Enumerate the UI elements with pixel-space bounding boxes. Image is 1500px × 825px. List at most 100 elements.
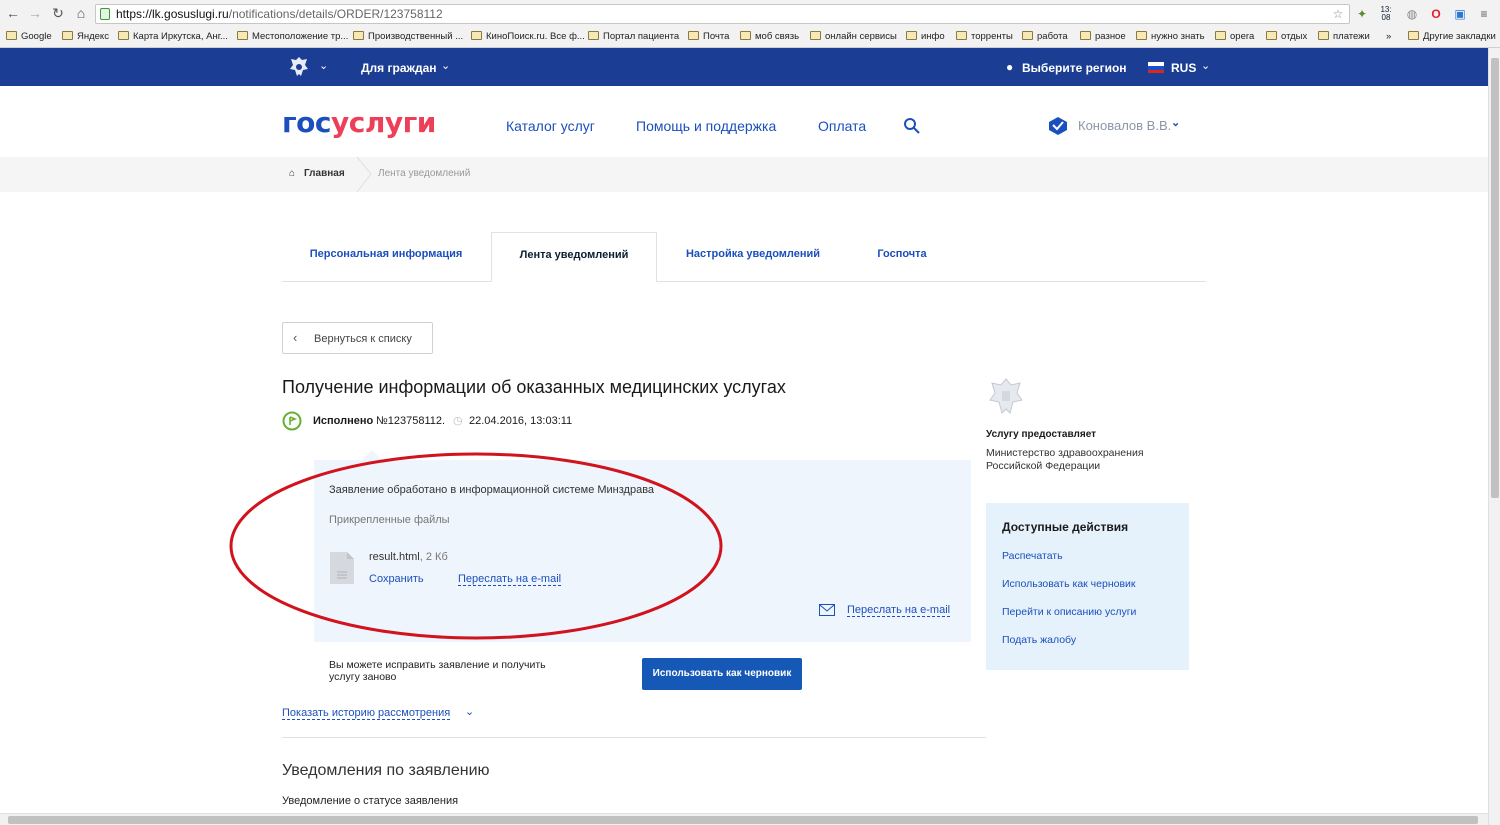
bookmark-label: платежи (1333, 31, 1370, 42)
browser-chrome: ← → ↻ ⌂ https://lk.gosuslugi.ru/notifica… (0, 0, 1500, 48)
bookmark-star-icon[interactable]: ☆ (1330, 6, 1346, 22)
chevron-down-icon[interactable]: ⌄ (319, 59, 328, 72)
breadcrumb-separator (355, 156, 375, 193)
action-complaint[interactable]: Подать жалобу (1002, 634, 1076, 646)
tab-notification-settings[interactable]: Настройка уведомлений (668, 232, 838, 282)
coat-of-arms-icon[interactable] (287, 55, 311, 79)
breadcrumb-home[interactable]: Главная (304, 168, 345, 179)
forward-icon[interactable]: → (26, 4, 44, 22)
bookmark-item[interactable]: Производственный ... (353, 31, 463, 42)
bookmark-label: Карта Иркутска, Анг... (133, 31, 228, 42)
tab-notifications-feed[interactable]: Лента уведомлений (491, 232, 657, 282)
bookmark-item[interactable]: инфо (906, 31, 945, 42)
back-to-list-button[interactable]: ‹ Вернуться к списку (282, 322, 433, 354)
extension-icon[interactable]: ✦ (1354, 6, 1370, 22)
language-selector[interactable]: RUS (1171, 61, 1196, 75)
bookmark-label: Производственный ... (368, 31, 464, 42)
action-print[interactable]: Распечатать (1002, 550, 1063, 562)
bookmark-item[interactable]: моб связь (740, 31, 799, 42)
menu-icon[interactable]: ≡ (1476, 6, 1492, 22)
vertical-scrollbar[interactable] (1488, 48, 1500, 825)
chevron-left-icon: ‹ (293, 330, 298, 345)
bookmark-folder-icon (1136, 31, 1147, 40)
bookmark-item[interactable]: платежи (1318, 31, 1370, 42)
back-icon[interactable]: ← (4, 4, 22, 22)
url-host: https://lk.gosuslugi.ru (116, 7, 229, 21)
actions-heading: Доступные действия (1002, 520, 1129, 534)
bookmark-item[interactable]: разное (1080, 31, 1126, 42)
logo-part-uslugi: услуги (330, 106, 436, 139)
provider-name-line-2: Российской Федерации (986, 460, 1101, 472)
vertical-scroll-thumb[interactable] (1491, 58, 1499, 498)
bookmark-item[interactable]: Яндекс (62, 31, 109, 42)
bookmark-folder-icon (471, 31, 482, 40)
bookmark-folder-icon (118, 31, 129, 40)
citizens-menu[interactable]: Для граждан (361, 61, 437, 75)
bookmark-item[interactable]: Почта (688, 31, 729, 42)
chevron-down-icon[interactable]: ⌄ (1201, 59, 1210, 72)
nav-help[interactable]: Помощь и поддержка (636, 118, 776, 134)
clock-minute: 08 (1381, 13, 1391, 22)
bookmark-folder-icon (588, 31, 599, 40)
bookmark-folder-icon (1266, 31, 1277, 40)
chevron-down-icon[interactable]: ⌄ (465, 705, 474, 718)
bookmark-item[interactable]: работа (1022, 31, 1068, 42)
globe-icon[interactable]: ◍ (1404, 6, 1420, 22)
bookmarks-overflow-button[interactable]: » (1386, 31, 1391, 42)
bookmark-folder-icon (62, 31, 73, 40)
bookmark-item[interactable]: Другие закладки (1408, 31, 1496, 42)
order-number: №123758112. (376, 415, 446, 427)
chevron-down-icon[interactable]: ⌄ (1171, 116, 1180, 129)
user-name[interactable]: Коновалов В.В. (1078, 118, 1171, 133)
search-icon[interactable] (903, 117, 921, 135)
bookmark-folder-icon (353, 31, 364, 40)
bookmark-item[interactable]: отдых (1266, 31, 1307, 42)
notifications-heading: Уведомления по заявлению (282, 762, 490, 779)
home-icon[interactable]: ⌂ (72, 4, 90, 22)
action-service-description[interactable]: Перейти к описанию услуги (1002, 606, 1136, 618)
bookmarks-bar: Google Яндекс Карта Иркутска, Анг... Местоп… (0, 28, 1500, 47)
show-history-link[interactable]: Показать историю рассмотрения (282, 707, 451, 720)
extension-icon-2[interactable]: ▣ (1452, 6, 1468, 22)
fix-hint-line-1: Вы можете исправить заявление и получить (329, 659, 546, 671)
bookmark-item[interactable]: онлайн сервисы (810, 31, 897, 42)
lock-icon (100, 8, 110, 20)
divider (282, 737, 986, 738)
bookmark-label: КиноПоиск.ru. Все ф... (486, 31, 585, 42)
bookmark-item[interactable]: нужно знать (1136, 31, 1205, 42)
page-title: Получение информации об оказанных медици… (282, 377, 786, 397)
home-icon: ⌂ (289, 168, 296, 179)
browser-toolbar: ← → ↻ ⌂ https://lk.gosuslugi.ru/notifica… (0, 0, 1500, 28)
horizontal-scrollbar[interactable] (0, 813, 1488, 825)
bookmark-item[interactable]: Google (6, 31, 52, 42)
tab-personal-info[interactable]: Персональная информация (282, 232, 490, 282)
use-as-draft-button[interactable]: Использовать как черновик (642, 658, 802, 690)
nav-catalog[interactable]: Каталог услуг (506, 118, 595, 134)
order-datetime: 22.04.2016, 13:03:11 (469, 415, 573, 427)
bookmark-item[interactable]: Местоположение тр... (237, 31, 348, 42)
bookmark-item[interactable]: КиноПоиск.ru. Все ф... (471, 31, 585, 42)
opera-icon[interactable]: O (1428, 6, 1444, 22)
bookmark-item[interactable]: opera (1215, 31, 1254, 42)
bookmark-item[interactable]: Портал пациента (588, 31, 679, 42)
clock-widget[interactable]: 13: 08 (1378, 6, 1394, 22)
bookmark-label: Яндекс (77, 31, 109, 42)
forward-email-link[interactable]: Переслать на e-mail (847, 604, 951, 617)
bookmark-item[interactable]: Карта Иркутска, Анг... (118, 31, 228, 42)
reload-icon[interactable]: ↻ (49, 4, 67, 22)
nav-payment[interactable]: Оплата (818, 118, 866, 134)
status-label: Исполнено (313, 415, 374, 427)
annotation-ellipse (229, 452, 723, 640)
bookmark-label: работа (1037, 31, 1068, 42)
notification-status-item: Уведомление о статусе заявления (282, 795, 459, 807)
clock-icon: ◷ (453, 415, 463, 427)
horizontal-scroll-thumb[interactable] (8, 816, 1478, 824)
gosuslugi-logo[interactable]: госуслуги (282, 106, 436, 139)
action-use-as-draft[interactable]: Использовать как черновик (1002, 578, 1136, 590)
chevron-down-icon[interactable]: ⌄ (441, 59, 450, 72)
address-bar[interactable]: https://lk.gosuslugi.ru/notifications/de… (95, 4, 1350, 24)
bookmark-item[interactable]: торренты (956, 31, 1013, 42)
region-selector[interactable]: Выберите регион (1022, 61, 1127, 75)
bookmark-label: Местоположение тр... (252, 31, 349, 42)
tab-gospochta[interactable]: Госпочта (856, 232, 948, 282)
